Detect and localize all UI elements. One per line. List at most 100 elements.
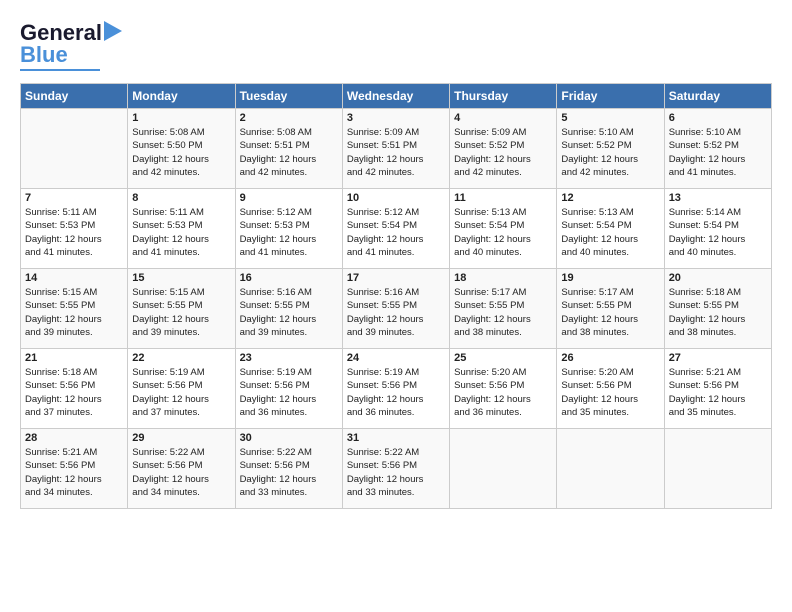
day-number: 7 [25, 192, 123, 204]
day-cell: 7 Sunrise: 5:11 AM Sunset: 5:53 PM Daylig… [21, 189, 128, 269]
day-info: Sunrise: 5:10 AM Sunset: 5:52 PM Dayligh… [669, 126, 767, 179]
week-row-2: 7 Sunrise: 5:11 AM Sunset: 5:53 PM Daylig… [21, 189, 772, 269]
logo-underline [20, 69, 100, 71]
day-info: Sunrise: 5:20 AM Sunset: 5:56 PM Dayligh… [454, 366, 552, 419]
day-number: 14 [25, 272, 123, 284]
day-info: Sunrise: 5:18 AM Sunset: 5:56 PM Dayligh… [25, 366, 123, 419]
calendar-header-row: SundayMondayTuesdayWednesdayThursdayFrid… [21, 84, 772, 109]
day-info: Sunrise: 5:15 AM Sunset: 5:55 PM Dayligh… [25, 286, 123, 339]
day-info: Sunrise: 5:13 AM Sunset: 5:54 PM Dayligh… [454, 206, 552, 259]
day-number: 24 [347, 352, 445, 364]
day-number: 18 [454, 272, 552, 284]
day-info: Sunrise: 5:15 AM Sunset: 5:55 PM Dayligh… [132, 286, 230, 339]
day-info: Sunrise: 5:12 AM Sunset: 5:53 PM Dayligh… [240, 206, 338, 259]
week-row-5: 28Sunrise: 5:21 AM Sunset: 5:56 PM Dayli… [21, 429, 772, 509]
week-row-4: 21 Sunrise: 5:18 AM Sunset: 5:56 PM Dayli… [21, 349, 772, 429]
day-cell: 5 Sunrise: 5:10 AM Sunset: 5:52 PM Daylig… [557, 109, 664, 189]
day-cell: 16 Sunrise: 5:16 AM Sunset: 5:55 PM Dayli… [235, 269, 342, 349]
logo-blue: Blue [20, 42, 68, 67]
day-info: Sunrise: 5:14 AM Sunset: 5:54 PM Dayligh… [669, 206, 767, 259]
day-cell: 19Sunrise: 5:17 AM Sunset: 5:55 PM Dayli… [557, 269, 664, 349]
day-number: 26 [561, 352, 659, 364]
day-info: Sunrise: 5:16 AM Sunset: 5:55 PM Dayligh… [347, 286, 445, 339]
day-cell [557, 429, 664, 509]
day-cell: 24 Sunrise: 5:19 AM Sunset: 5:56 PM Dayli… [342, 349, 449, 429]
day-cell: 28Sunrise: 5:21 AM Sunset: 5:56 PM Dayli… [21, 429, 128, 509]
day-info: Sunrise: 5:11 AM Sunset: 5:53 PM Dayligh… [25, 206, 123, 259]
day-cell: 27 Sunrise: 5:21 AM Sunset: 5:56 PM Dayli… [664, 349, 771, 429]
day-number: 25 [454, 352, 552, 364]
day-cell: 29 Sunrise: 5:22 AM Sunset: 5:56 PM Dayli… [128, 429, 235, 509]
day-cell [21, 109, 128, 189]
header-friday: Friday [557, 84, 664, 109]
day-info: Sunrise: 5:16 AM Sunset: 5:55 PM Dayligh… [240, 286, 338, 339]
logo: General Blue [20, 20, 122, 71]
day-info: Sunrise: 5:09 AM Sunset: 5:52 PM Dayligh… [454, 126, 552, 179]
day-number: 23 [240, 352, 338, 364]
day-number: 29 [132, 432, 230, 444]
day-info: Sunrise: 5:10 AM Sunset: 5:52 PM Dayligh… [561, 126, 659, 179]
day-info: Sunrise: 5:19 AM Sunset: 5:56 PM Dayligh… [132, 366, 230, 419]
day-info: Sunrise: 5:21 AM Sunset: 5:56 PM Dayligh… [25, 446, 123, 499]
day-cell: 18 Sunrise: 5:17 AM Sunset: 5:55 PM Dayli… [450, 269, 557, 349]
day-number: 6 [669, 112, 767, 124]
header-thursday: Thursday [450, 84, 557, 109]
day-cell: 21 Sunrise: 5:18 AM Sunset: 5:56 PM Dayli… [21, 349, 128, 429]
day-number: 31 [347, 432, 445, 444]
week-row-1: 1 Sunrise: 5:08 AM Sunset: 5:50 PM Daylig… [21, 109, 772, 189]
day-info: Sunrise: 5:22 AM Sunset: 5:56 PM Dayligh… [347, 446, 445, 499]
logo-triangle-icon [104, 21, 122, 41]
day-info: Sunrise: 5:13 AM Sunset: 5:54 PM Dayligh… [561, 206, 659, 259]
day-info: Sunrise: 5:17 AM Sunset: 5:55 PM Dayligh… [561, 286, 659, 339]
day-cell: 10 Sunrise: 5:12 AM Sunset: 5:54 PM Dayli… [342, 189, 449, 269]
day-cell: 25 Sunrise: 5:20 AM Sunset: 5:56 PM Dayli… [450, 349, 557, 429]
day-cell: 20Sunrise: 5:18 AM Sunset: 5:55 PM Dayli… [664, 269, 771, 349]
day-number: 30 [240, 432, 338, 444]
day-info: Sunrise: 5:19 AM Sunset: 5:56 PM Dayligh… [347, 366, 445, 419]
day-number: 2 [240, 112, 338, 124]
day-number: 21 [25, 352, 123, 364]
day-cell [450, 429, 557, 509]
day-number: 10 [347, 192, 445, 204]
day-cell: 4 Sunrise: 5:09 AM Sunset: 5:52 PM Daylig… [450, 109, 557, 189]
day-cell: 30 Sunrise: 5:22 AM Sunset: 5:56 PM Dayli… [235, 429, 342, 509]
calendar-table: SundayMondayTuesdayWednesdayThursdayFrid… [20, 83, 772, 509]
day-info: Sunrise: 5:22 AM Sunset: 5:56 PM Dayligh… [132, 446, 230, 499]
day-cell: 2 Sunrise: 5:08 AM Sunset: 5:51 PM Daylig… [235, 109, 342, 189]
day-cell: 1 Sunrise: 5:08 AM Sunset: 5:50 PM Daylig… [128, 109, 235, 189]
day-number: 22 [132, 352, 230, 364]
header-tuesday: Tuesday [235, 84, 342, 109]
day-number: 1 [132, 112, 230, 124]
day-cell [664, 429, 771, 509]
day-cell: 8Sunrise: 5:11 AM Sunset: 5:53 PM Daylig… [128, 189, 235, 269]
week-row-3: 14 Sunrise: 5:15 AM Sunset: 5:55 PM Dayli… [21, 269, 772, 349]
day-cell: 3Sunrise: 5:09 AM Sunset: 5:51 PM Daylig… [342, 109, 449, 189]
day-info: Sunrise: 5:22 AM Sunset: 5:56 PM Dayligh… [240, 446, 338, 499]
day-number: 27 [669, 352, 767, 364]
day-cell: 23 Sunrise: 5:19 AM Sunset: 5:56 PM Dayli… [235, 349, 342, 429]
day-cell: 14 Sunrise: 5:15 AM Sunset: 5:55 PM Dayli… [21, 269, 128, 349]
day-number: 3 [347, 112, 445, 124]
day-info: Sunrise: 5:21 AM Sunset: 5:56 PM Dayligh… [669, 366, 767, 419]
day-info: Sunrise: 5:19 AM Sunset: 5:56 PM Dayligh… [240, 366, 338, 419]
header-wednesday: Wednesday [342, 84, 449, 109]
day-info: Sunrise: 5:12 AM Sunset: 5:54 PM Dayligh… [347, 206, 445, 259]
day-number: 9 [240, 192, 338, 204]
day-info: Sunrise: 5:18 AM Sunset: 5:55 PM Dayligh… [669, 286, 767, 339]
day-cell: 26Sunrise: 5:20 AM Sunset: 5:56 PM Dayli… [557, 349, 664, 429]
day-cell: 15 Sunrise: 5:15 AM Sunset: 5:55 PM Dayli… [128, 269, 235, 349]
header-saturday: Saturday [664, 84, 771, 109]
day-cell: 13Sunrise: 5:14 AM Sunset: 5:54 PM Dayli… [664, 189, 771, 269]
day-number: 17 [347, 272, 445, 284]
header-sunday: Sunday [21, 84, 128, 109]
header-monday: Monday [128, 84, 235, 109]
day-number: 15 [132, 272, 230, 284]
day-cell: 12Sunrise: 5:13 AM Sunset: 5:54 PM Dayli… [557, 189, 664, 269]
day-info: Sunrise: 5:08 AM Sunset: 5:51 PM Dayligh… [240, 126, 338, 179]
day-number: 5 [561, 112, 659, 124]
day-info: Sunrise: 5:08 AM Sunset: 5:50 PM Dayligh… [132, 126, 230, 179]
day-number: 8 [132, 192, 230, 204]
day-number: 4 [454, 112, 552, 124]
day-info: Sunrise: 5:17 AM Sunset: 5:55 PM Dayligh… [454, 286, 552, 339]
day-number: 16 [240, 272, 338, 284]
